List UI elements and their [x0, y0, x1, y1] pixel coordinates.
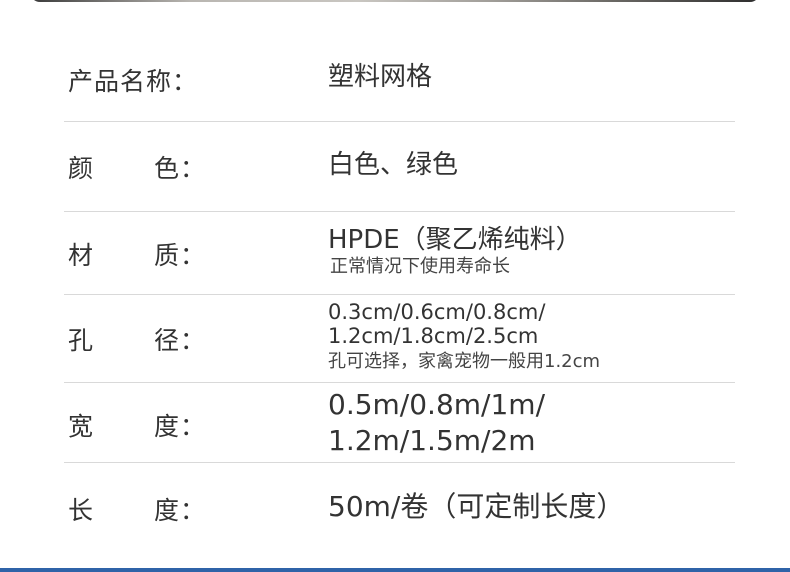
- spec-row-width: 宽 度： 0.5m/0.8m/1m/ 1.2m/1.5m/2m: [64, 383, 735, 463]
- spec-label-hole-char2: 径：: [154, 326, 207, 355]
- spec-label-width-char2: 度：: [154, 412, 207, 441]
- hole-note: 孔可选择，家禽宠物一般用1.2cm: [328, 351, 601, 372]
- spec-label-width-char1: 宽: [68, 412, 95, 441]
- spec-label-material-char1: 材: [68, 241, 95, 270]
- spec-value-name: 塑料网格: [328, 61, 432, 93]
- spec-label-length-char1: 长: [68, 496, 95, 525]
- spec-row-color: 颜 色： 白色、绿色: [64, 122, 735, 212]
- spec-label-color-char2: 色：: [154, 154, 207, 183]
- spec-value-material: HPDE（聚乙烯纯料） 正常情况下使用寿命长: [328, 224, 582, 278]
- spec-label-hole-char1: 孔: [68, 326, 95, 355]
- spec-row-material: 材 质： HPDE（聚乙烯纯料） 正常情况下使用寿命长: [64, 212, 735, 295]
- width-options-line-2: 1.2m/1.5m/2m: [328, 424, 536, 457]
- spec-row-name: 产品名称： 塑料网格: [64, 38, 735, 122]
- hole-sizes-line-2: 1.2cm/1.8cm/2.5cm: [328, 324, 539, 348]
- spec-value-width: 0.5m/0.8m/1m/ 1.2m/1.5m/2m: [328, 387, 545, 459]
- spec-label-length-char2: 度：: [154, 496, 207, 525]
- material-note: 正常情况下使用寿命长: [330, 256, 510, 277]
- spec-label-length: 长 度：: [68, 491, 205, 527]
- spec-label-width: 宽 度：: [68, 407, 205, 443]
- product-spec-page: 产品名称： 塑料网格 颜 色： 白色、绿色 材 质： HPDE（聚乙烯纯料） 正常情…: [0, 0, 790, 572]
- spec-label-color-char1: 颜: [68, 154, 95, 183]
- product-name-text: 塑料网格: [328, 62, 433, 92]
- color-options-text: 白色、绿色: [328, 150, 459, 180]
- spec-row-length: 长 度： 50m/卷（可定制长度）: [64, 463, 735, 553]
- spec-label-material: 材 质：: [68, 236, 205, 272]
- material-text: HPDE（聚乙烯纯料）: [328, 225, 582, 255]
- spec-row-hole: 孔 径： 0.3cm/0.6cm/0.8cm/ 1.2cm/1.8cm/2.5cm…: [64, 295, 735, 383]
- spec-table: 产品名称： 塑料网格 颜 色： 白色、绿色 材 质： HPDE（聚乙烯纯料） 正常情…: [64, 38, 735, 553]
- spec-label-color: 颜 色：: [68, 149, 205, 185]
- product-photo-edge: [30, 0, 760, 2]
- spec-value-color: 白色、绿色: [328, 149, 458, 181]
- hole-sizes-line-1: 0.3cm/0.6cm/0.8cm/: [328, 300, 546, 324]
- length-text: 50m/卷（可定制长度）: [328, 490, 625, 523]
- spec-label-hole: 孔 径：: [68, 321, 205, 357]
- spec-label-name: 产品名称：: [68, 67, 199, 96]
- bottom-divider-bar: [0, 568, 790, 572]
- spec-value-hole: 0.3cm/0.6cm/0.8cm/ 1.2cm/1.8cm/2.5cm 孔可选…: [328, 300, 600, 373]
- width-options-line-1: 0.5m/0.8m/1m/: [328, 388, 545, 421]
- spec-value-length: 50m/卷（可定制长度）: [328, 489, 624, 525]
- spec-label-material-char2: 质：: [154, 241, 207, 270]
